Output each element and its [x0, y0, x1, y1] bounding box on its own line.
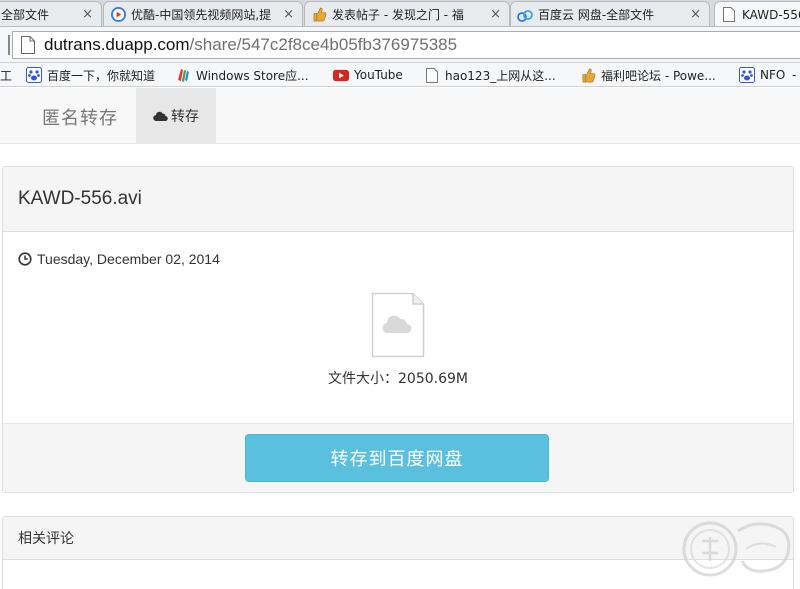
url-path: /share/547c2f8ce4b05fb376975385: [189, 35, 458, 54]
file-date-row: Tuesday, December 02, 2014: [18, 251, 220, 267]
file-size: 文件大小：2050.69M: [328, 371, 468, 387]
browser-tab-post[interactable]: 发表帖子 - 发现之门 - 福 ×: [304, 1, 510, 26]
browser-tab-all-files[interactable]: 全部文件 ×: [0, 1, 102, 26]
bookmark-fuliba[interactable]: 福利吧论坛 - Powe...: [580, 63, 716, 86]
cloud-icon: [153, 111, 168, 121]
browser-tab-strip: 全部文件 × 优酷-中国领先视频网站,提 × 发表帖子 - 发现之门 - 福 ×…: [0, 0, 800, 27]
address-bar: dutrans.duapp.com/share/547c2f8ce4b05fb3…: [0, 27, 800, 63]
file-panel: KAWD-556.avi Tuesday, December 02, 2014 …: [2, 166, 794, 493]
url-input[interactable]: dutrans.duapp.com/share/547c2f8ce4b05fb3…: [12, 31, 800, 59]
site-navbar: 匿名转存 转存: [0, 88, 800, 144]
tab-title: 百度云 网盘-全部文件: [538, 8, 655, 22]
file-date: Tuesday, December 02, 2014: [37, 251, 220, 267]
watermark-logo: [680, 509, 798, 587]
bookmarks-bar: 工 百度一下，你就知道 Windows Store应... YouTube ha…: [0, 63, 800, 87]
comments-panel: 相关评论: [2, 516, 794, 589]
youku-icon: [110, 7, 126, 23]
url-host: dutrans.duapp.com: [44, 35, 190, 54]
tab-close-icon[interactable]: ×: [82, 7, 93, 22]
save-to-baidu-button[interactable]: 转存到百度网盘: [245, 434, 549, 482]
tab-title: 发表帖子 - 发现之门 - 福: [332, 8, 464, 22]
file-cloud-icon: [371, 292, 425, 358]
bookmark-youtube[interactable]: YouTube: [333, 63, 403, 86]
baidu-cloud-icon: [517, 7, 533, 23]
windows-store-icon: [175, 67, 191, 83]
bookmark-baidu[interactable]: 百度一下，你就知道: [26, 63, 156, 86]
bookmark-more[interactable]: -: [792, 63, 797, 86]
thumbs-up-icon: [580, 67, 596, 83]
tab-close-icon[interactable]: ×: [283, 7, 294, 22]
bookmark-nfo[interactable]: NFO: [739, 63, 786, 86]
tab-title: 优酷-中国领先视频网站,提: [131, 8, 272, 22]
bookmark-label: hao123_上网从这...: [445, 68, 556, 83]
tab-title: KAWD-556: [742, 7, 800, 22]
clock-icon: [18, 252, 32, 266]
bookmark-label: -: [792, 68, 797, 82]
page-icon: [21, 36, 35, 54]
bookmark-label: 工: [0, 68, 13, 83]
file-panel-footer: 转存到百度网盘: [3, 423, 793, 492]
page-icon: [721, 7, 737, 23]
bookmark-apps[interactable]: 工: [0, 63, 13, 86]
bookmark-label: Windows Store应...: [196, 68, 309, 83]
browser-tab-kawd[interactable]: KAWD-556: [714, 1, 800, 26]
nav-save-label: 转存: [171, 109, 199, 125]
bookmark-label: YouTube: [354, 68, 403, 82]
page-icon: [424, 67, 440, 83]
bookmark-hao123[interactable]: hao123_上网从这...: [424, 63, 556, 86]
file-panel-heading: KAWD-556.avi: [3, 167, 793, 232]
browser-tab-baidu-cloud[interactable]: 百度云 网盘-全部文件 ×: [510, 1, 710, 26]
tab-close-icon[interactable]: ×: [490, 7, 501, 22]
file-name: KAWD-556.avi: [18, 188, 142, 209]
tab-close-icon[interactable]: ×: [690, 7, 701, 22]
browser-tab-youku[interactable]: 优酷-中国领先视频网站,提 ×: [103, 1, 303, 26]
bookmark-label: 百度一下，你就知道: [47, 68, 156, 83]
back-button[interactable]: [0, 35, 10, 55]
baidu-paw-icon: [26, 67, 42, 83]
bookmark-windows-store[interactable]: Windows Store应...: [175, 63, 309, 86]
comments-heading: 相关评论: [3, 517, 793, 560]
bookmark-label: 福利吧论坛 - Powe...: [601, 68, 716, 83]
nav-brand[interactable]: 匿名转存: [42, 104, 118, 130]
youtube-icon: [333, 67, 349, 83]
nav-save-tab[interactable]: 转存: [136, 88, 216, 144]
thumbs-up-icon: [311, 7, 327, 23]
baidu-paw-icon: [739, 67, 755, 83]
bookmark-label: NFO: [760, 68, 786, 82]
